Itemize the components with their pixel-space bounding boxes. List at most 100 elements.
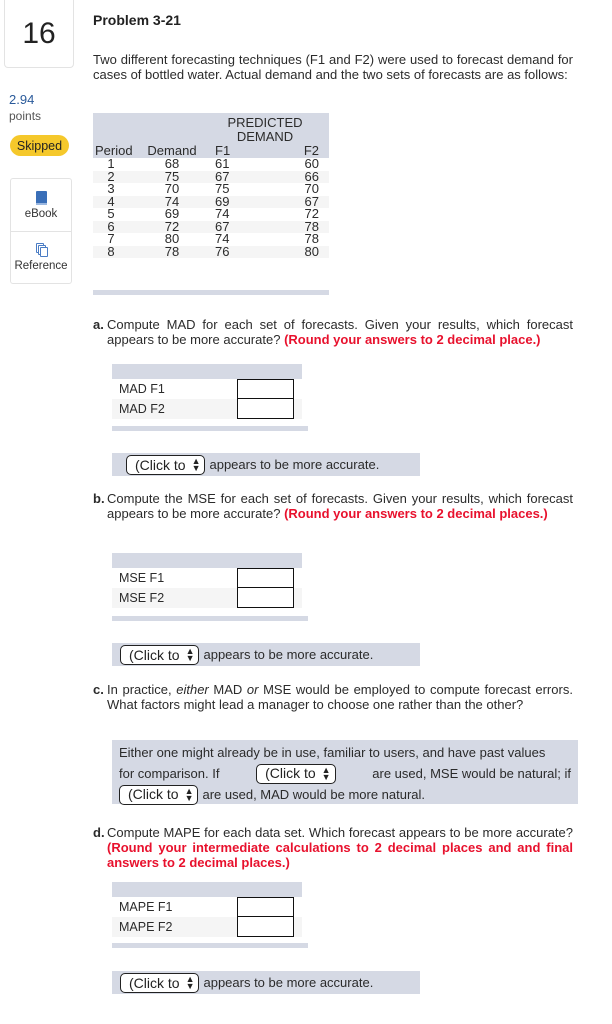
mse-f2-label: MSE F2 [119, 591, 165, 605]
part-c-line-2-post: are used, MSE would be natural; if [372, 766, 571, 781]
part-b-answer-table: MSE F1 MSE F2 [112, 553, 302, 608]
mape-f1-label: MAPE F1 [119, 900, 173, 914]
part-b-note: (Round your answers to 2 decimal places.… [284, 506, 548, 521]
ebook-button[interactable]: eBook [11, 179, 71, 231]
part-d-dropdown[interactable]: (Click to ▲ ▼ [120, 972, 200, 993]
mape-f2-label: MAPE F2 [119, 920, 173, 934]
part-a-dropdown[interactable]: (Click to ▲ ▼ [126, 454, 206, 475]
answer-row: MAPE F1 [112, 897, 302, 917]
part-d-table-footer [112, 943, 308, 948]
part-d-letter: d. [93, 825, 105, 840]
table-row: 7 80 74 78 [93, 231, 329, 246]
part-a-letter: a. [93, 317, 104, 332]
col-header-period: Period [93, 144, 143, 158]
mad-f2-label: MAD F2 [119, 402, 165, 416]
mape-f1-input[interactable] [237, 897, 294, 917]
demand-table: PREDICTED DEMAND Period Demand F1 F2 1 68… [93, 113, 329, 258]
part-c-letter: c. [93, 682, 104, 697]
period-cell: 2 [93, 170, 143, 183]
period-cell: 6 [93, 220, 143, 233]
part-c-text-1: In practice, [107, 682, 172, 697]
problem-title: Problem 3-21 [93, 12, 181, 28]
book-icon [35, 190, 47, 205]
table-row: 6 72 67 78 [93, 220, 329, 233]
predicted-demand-header: PREDICTED DEMAND [201, 113, 329, 144]
reference-label: Reference [14, 260, 68, 272]
f2-cell: 80 [259, 245, 329, 258]
status-badge: Skipped [10, 135, 69, 156]
part-a-select-suffix: appears to be more accurate. [209, 457, 380, 472]
part-c-line-3-post: are used, MAD would be more natural. [202, 787, 426, 802]
part-a-question: a. Compute MAD for each set of forecasts… [93, 317, 573, 347]
part-b-select-suffix: appears to be more accurate. [203, 647, 374, 662]
period-cell: 1 [107, 156, 115, 171]
part-b-question: b. Compute the MSE for each set of forec… [93, 491, 573, 521]
select-arrows-icon: ▲ ▼ [191, 455, 201, 473]
mad-f2-input[interactable] [237, 398, 294, 419]
part-d-text: Compute MAPE for each data set. Which fo… [107, 825, 573, 840]
mad-f1-input[interactable] [237, 379, 294, 399]
part-b-letter: b. [93, 491, 105, 506]
part-c-line-3: (Click to ▲ ▼ are used, MAD would be more… [119, 784, 571, 805]
mse-f1-input[interactable] [237, 568, 294, 588]
answer-row: MAD F1 [112, 379, 302, 399]
answer-row: MAPE F2 [112, 916, 302, 937]
part-c-text-2: MAD [213, 682, 243, 697]
part-c-line-2-pre: for comparison. If [119, 766, 220, 781]
answer-row: MAD F2 [112, 398, 302, 419]
table-row: 5 69 74 72 [93, 206, 329, 221]
f1-cell: 61 [215, 156, 230, 171]
select-arrows-icon: ▲ ▼ [185, 973, 195, 991]
part-a-answer-table: MAD F1 MAD F2 [112, 364, 302, 419]
part-d-select-bar: (Click to ▲ ▼ appears to be more accurate… [112, 971, 420, 994]
points-label: points [9, 109, 42, 123]
question-number: 16 [4, 0, 74, 68]
f1-cell: 67 [201, 220, 259, 233]
part-c-answer-box: Either one might already be in use, fami… [112, 740, 578, 805]
copy-icon [35, 243, 48, 257]
select-arrows-icon: ▲ ▼ [185, 645, 195, 663]
period-cell: 5 [107, 206, 115, 221]
part-c-line-1: Either one might already be in use, fami… [119, 745, 546, 760]
part-c-question: c. In practice, either MAD or MSE would … [93, 682, 573, 712]
answer-row: MSE F2 [112, 587, 302, 608]
part-b-select-bar: (Click to ▲ ▼ appears to be more accurate… [112, 643, 420, 666]
select-arrows-icon: ▲ ▼ [321, 764, 331, 782]
tools-panel: eBook Reference [10, 178, 72, 284]
part-c-emphasis-or: or [246, 682, 259, 697]
part-c-dropdown-1[interactable]: (Click to ▲ ▼ [256, 763, 336, 784]
f1-cell: 74 [215, 206, 230, 221]
part-d-question: d. Compute MAPE for each data set. Which… [93, 825, 573, 870]
part-a-table-footer [112, 426, 308, 431]
period-cell: 7 [107, 231, 115, 246]
table-row: 8 78 76 80 [93, 245, 329, 258]
mape-f2-input[interactable] [237, 916, 294, 937]
period-cell: 8 [93, 245, 143, 258]
table-row: 4 74 69 67 [93, 195, 329, 208]
part-c-dropdown-2[interactable]: (Click to ▲ ▼ [119, 784, 199, 805]
col-header-f1: F1 [201, 144, 259, 158]
period-cell: 3 [107, 181, 115, 196]
reference-button[interactable]: Reference [11, 231, 71, 283]
part-a-select-bar: (Click to ▲ ▼ appears to be more accurate… [112, 453, 420, 476]
part-d-note: (Round your intermediate calculations to… [107, 840, 573, 870]
answer-row: MSE F1 [112, 568, 302, 588]
part-c-line-2: for comparison. If (Click to ▲ ▼ are used… [119, 763, 571, 784]
f1-cell: 74 [215, 231, 230, 246]
points-value: 2.94 [9, 92, 35, 107]
part-d-select-suffix: appears to be more accurate. [203, 975, 374, 990]
mad-f1-label: MAD F1 [119, 382, 165, 396]
mse-f2-input[interactable] [237, 587, 294, 608]
period-cell: 4 [93, 195, 143, 208]
mse-f1-label: MSE F1 [119, 571, 165, 585]
part-c-emphasis-either: either [176, 682, 209, 697]
f1-cell: 69 [201, 195, 259, 208]
part-b-table-footer [112, 616, 308, 621]
ebook-label: eBook [24, 207, 58, 220]
table-row: 1 68 61 60 [93, 156, 329, 171]
part-b-dropdown[interactable]: (Click to ▲ ▼ [120, 644, 200, 665]
f1-cell: 76 [201, 245, 259, 258]
part-d-answer-table: MAPE F1 MAPE F2 [112, 882, 302, 937]
f1-cell: 75 [215, 181, 230, 196]
f1-cell: 67 [201, 170, 259, 183]
